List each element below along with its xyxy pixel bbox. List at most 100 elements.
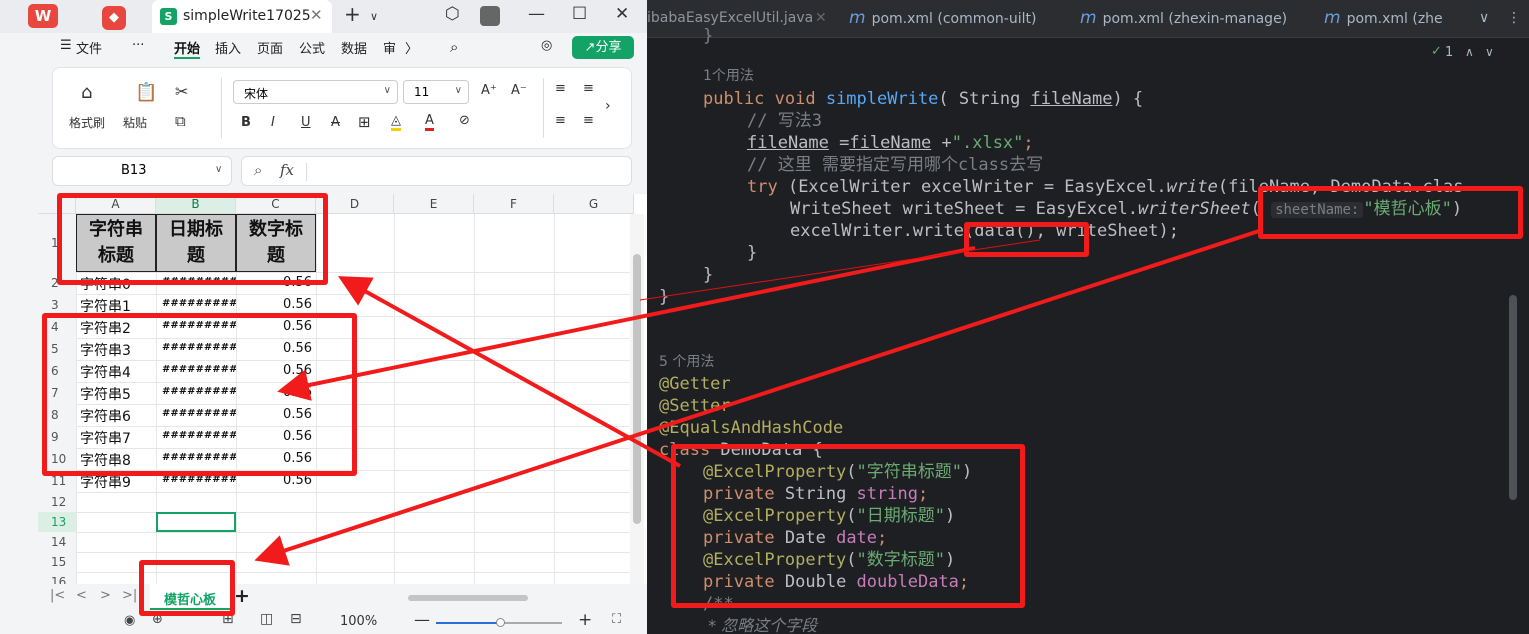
editor-scrollbar-thumb[interactable] [1509,295,1517,500]
paste-button[interactable]: 粘贴 [123,114,147,131]
fx-icon[interactable]: fx [280,161,294,179]
align-justify-icon[interactable]: ≡ [583,113,594,128]
copy-icon[interactable]: ⧉ [175,112,186,130]
name-box[interactable]: B13 ∨ [52,156,232,186]
zoom-slider-handle[interactable] [496,618,505,627]
code-line: } [747,242,757,264]
code-token: writerSheet [1138,199,1251,219]
maven-icon: m [849,8,866,28]
menu-page[interactable]: 页面 [257,38,283,57]
row-header[interactable]: 16 [38,572,76,584]
new-tab-icon[interactable]: + [344,2,361,26]
font-size-select[interactable]: 11 ∨ [403,80,469,104]
zoom-slider[interactable] [436,618,562,627]
cut-icon[interactable]: ✂ [175,82,188,101]
pdf-app-icon[interactable]: ◆ [90,2,138,30]
chevron-down-icon: ∨ [454,85,462,96]
zoom-icon[interactable]: ⌕ [254,161,262,179]
cube-icon[interactable]: ⬡ [445,4,460,24]
strikethrough-button[interactable]: A [331,115,340,130]
chevron-down-icon[interactable]: ∨ [370,10,378,23]
tab-pom-zhexin-manage[interactable]: m pom.xml (zhexin-manage) [1080,8,1287,28]
zoom-in-icon[interactable]: + [578,610,592,630]
decrease-font-icon[interactable]: A⁻ [511,83,527,98]
menu-review[interactable]: 审 [383,38,396,57]
border-icon[interactable]: ⊞ [358,113,371,131]
cell-date[interactable]: ######### [162,474,236,492]
horizontal-scrollbar[interactable] [408,595,528,601]
column-header-f[interactable]: F [474,194,554,214]
menu-home[interactable]: 开始 [174,38,201,59]
first-sheet-icon[interactable]: |< [50,588,65,603]
tabs-dropdown-icon[interactable]: ∨ [1479,10,1489,26]
maximize-icon[interactable]: ☐ [572,4,587,24]
menu-formula[interactable]: 公式 [299,38,325,57]
selected-cell-b13[interactable] [156,512,236,532]
format-painter-icon[interactable]: ⌂ [81,82,92,103]
inspection-count[interactable]: 1 [1445,45,1453,60]
tab-easyexcel-util[interactable]: ibabaEasyExcelUtil.java [647,10,813,26]
tab-pom-zhe[interactable]: m pom.xml (zhe [1324,8,1443,28]
align-center-icon[interactable]: ≡ [583,81,594,96]
row-header[interactable]: 12 [38,492,76,512]
font-color-icon[interactable]: A [425,113,434,131]
close-icon[interactable]: ✕ [815,10,827,26]
formula-input[interactable]: ⌕ fx [241,156,632,186]
row-header[interactable]: 15 [38,552,76,572]
inspection-ok-icon[interactable]: ✓ [1431,44,1442,59]
document-tab[interactable]: S simpleWrite17025 ✕ [152,0,332,33]
row-header[interactable]: 13 [38,512,76,532]
align-left-icon[interactable]: ≡ [555,113,566,128]
tab-pom-common[interactable]: m pom.xml (common-uilt) [849,8,1036,28]
align-top-icon[interactable]: ≡ [555,81,566,96]
usages-hint[interactable]: 5 个用法 [659,351,714,373]
fill-color-icon[interactable]: ◬ [391,113,401,131]
cloud-icon[interactable]: ◎ [541,38,552,53]
minimize-icon[interactable]: — [528,4,545,24]
italic-button[interactable]: I [271,115,275,130]
menu-data[interactable]: 数据 [341,38,367,57]
scrollbar-thumb[interactable] [633,254,641,524]
last-sheet-icon[interactable]: >| [122,588,137,603]
next-sheet-icon[interactable]: > [100,588,111,603]
ribbon-scroll-right-icon[interactable]: › [605,98,611,114]
avatar[interactable] [480,6,500,26]
paste-icon[interactable]: 📋 [135,82,157,103]
more-tabs-icon[interactable]: ⋮ [1507,10,1521,26]
search-icon[interactable]: ⌕ [450,38,458,56]
menu-file[interactable]: 文件 [76,38,102,57]
column-header-e[interactable]: E [394,194,474,214]
row-header[interactable]: 14 [38,532,76,552]
format-painter-button[interactable]: 格式刷 [69,114,105,131]
bold-button[interactable]: B [241,115,251,130]
share-button[interactable]: ↗分享 [572,36,634,59]
chevron-right-icon[interactable]: 〉 [405,38,418,57]
chevron-up-icon[interactable]: ∧ [1465,45,1474,59]
prev-sheet-icon[interactable]: < [76,588,87,603]
name-box-value: B13 [121,163,147,178]
grid-line [38,552,630,553]
more-icon[interactable]: ··· [132,38,144,53]
highlight-sheet-name [1258,186,1523,239]
wps-logo[interactable]: W [10,2,76,30]
hamburger-icon[interactable]: ☰ [60,38,72,53]
add-sheet-icon[interactable]: + [234,585,250,607]
fullscreen-icon[interactable]: ⛶ [612,612,621,627]
increase-font-icon[interactable]: A⁺ [481,83,497,98]
chevron-down-icon[interactable]: ∨ [1485,45,1494,59]
font-name-select[interactable]: 宋体 ∨ [233,80,398,104]
close-icon[interactable]: ✕ [310,6,323,24]
menu-bar: ☰ 文件 ··· 开始 插入 页面 公式 数据 审 〉 ⌕ ◎ ↗分享 [0,33,647,61]
eye-icon[interactable]: ◉ [124,613,135,628]
clear-format-icon[interactable]: ⊘ [459,113,470,128]
vertical-scrollbar[interactable] [630,214,644,584]
usages-hint[interactable]: 1个用法 [703,65,754,87]
column-header-g[interactable]: G [554,194,634,214]
page-break-icon[interactable]: ⊟ [290,611,302,627]
menu-insert[interactable]: 插入 [215,38,241,57]
page-layout-icon[interactable]: ◫ [260,611,273,627]
close-window-icon[interactable]: ✕ [615,4,629,24]
underline-button[interactable]: U [301,115,311,130]
zoom-level[interactable]: 100% [340,614,377,629]
zoom-out-icon[interactable]: — [414,610,430,629]
